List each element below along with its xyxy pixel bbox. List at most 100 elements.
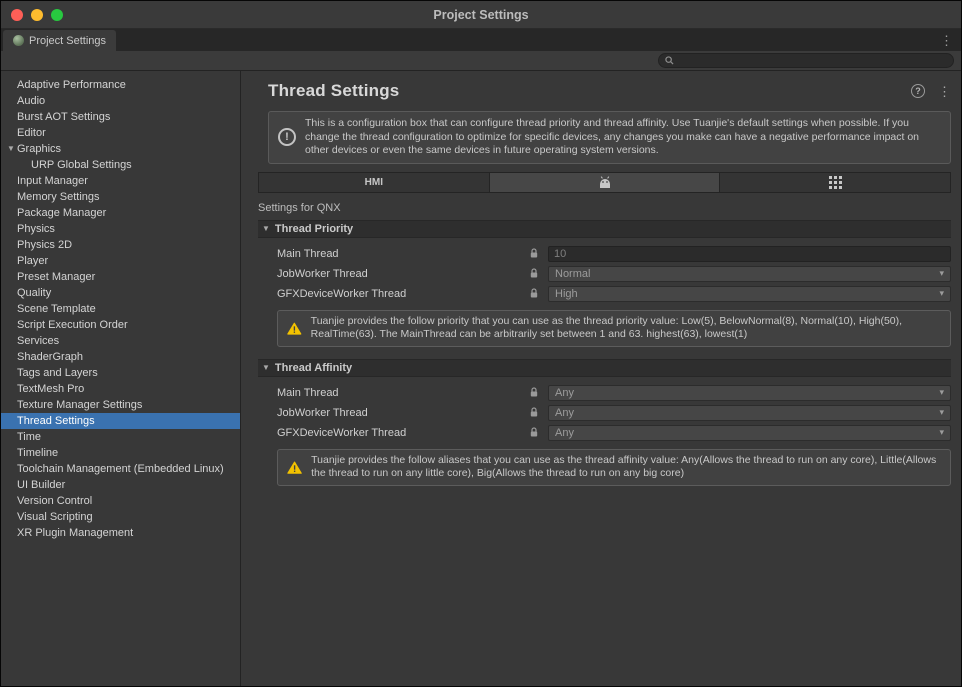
sidebar-item-version-control[interactable]: Version Control <box>1 493 240 509</box>
content: Adaptive Performance Audio Burst AOT Set… <box>1 71 961 686</box>
section-title: Thread Priority <box>275 223 353 235</box>
setting-row-gfxdeviceworker-priority: GFXDeviceWorker Thread High ▾ <box>258 286 951 302</box>
sidebar-item-toolchain-management[interactable]: Toolchain Management (Embedded Linux) <box>1 461 240 477</box>
jobworker-priority-dropdown[interactable]: Normal ▾ <box>548 266 951 282</box>
project-settings-window: Project Settings Project Settings ⋮ Adap… <box>0 0 962 687</box>
platform-tab-dot-grid[interactable] <box>720 173 950 192</box>
setting-row-gfxdeviceworker-affinity: GFXDeviceWorker Thread Any ▾ <box>258 425 951 441</box>
sidebar-item-label: Graphics <box>17 141 61 157</box>
chevron-down-icon: ▾ <box>939 288 944 299</box>
thread-affinity-rows: Main Thread Any ▾ JobWorker Thread <box>258 385 951 441</box>
lock-icon[interactable] <box>529 387 541 398</box>
tab-strip-kebab-menu-icon[interactable]: ⋮ <box>940 34 953 47</box>
foldout-open-icon[interactable]: ▼ <box>262 363 270 372</box>
sidebar-item-shadergraph[interactable]: ShaderGraph <box>1 349 240 365</box>
setting-row-main-thread-affinity: Main Thread Any ▾ <box>258 385 951 401</box>
sidebar-item-scene-template[interactable]: Scene Template <box>1 301 240 317</box>
minimize-button[interactable] <box>31 9 43 21</box>
chevron-down-icon: ▾ <box>939 387 944 398</box>
tab-strip: Project Settings ⋮ <box>1 29 961 51</box>
sidebar-item-adaptive-performance[interactable]: Adaptive Performance <box>1 77 240 93</box>
kebab-menu-icon[interactable]: ⋮ <box>938 85 951 98</box>
tab-label: Project Settings <box>29 35 106 47</box>
sidebar-item-time[interactable]: Time <box>1 429 240 445</box>
main-thread-affinity-dropdown[interactable]: Any ▾ <box>548 385 951 401</box>
gfxdeviceworker-affinity-dropdown[interactable]: Any ▾ <box>548 425 951 441</box>
settings-sidebar: Adaptive Performance Audio Burst AOT Set… <box>1 71 241 686</box>
search-box[interactable] <box>658 53 954 68</box>
foldout-open-icon[interactable]: ▼ <box>262 224 270 233</box>
sidebar-item-textmesh-pro[interactable]: TextMesh Pro <box>1 381 240 397</box>
chevron-down-icon: ▾ <box>939 427 944 438</box>
page-title: Thread Settings <box>268 81 399 101</box>
thread-priority-rows: Main Thread JobWorker Thread Normal ▾ <box>258 246 951 302</box>
tab-project-settings[interactable]: Project Settings <box>3 30 116 51</box>
lock-icon[interactable] <box>529 248 541 259</box>
lock-icon[interactable] <box>529 407 541 418</box>
sidebar-item-script-execution-order[interactable]: Script Execution Order <box>1 317 240 333</box>
priority-warning-box: Tuanjie provides the follow priority tha… <box>277 310 951 347</box>
search-input[interactable] <box>678 54 947 67</box>
chevron-down-icon: ▾ <box>939 407 944 418</box>
gfxdeviceworker-priority-dropdown[interactable]: High ▾ <box>548 286 951 302</box>
project-settings-icon <box>13 35 24 46</box>
setting-row-jobworker-affinity: JobWorker Thread Any ▾ <box>258 405 951 421</box>
sidebar-item-xr-plugin-management[interactable]: XR Plugin Management <box>1 525 240 541</box>
sidebar-item-burst-aot-settings[interactable]: Burst AOT Settings <box>1 109 240 125</box>
section-title: Thread Affinity <box>275 362 352 374</box>
sidebar-item-tags-and-layers[interactable]: Tags and Layers <box>1 365 240 381</box>
sidebar-item-memory-settings[interactable]: Memory Settings <box>1 189 240 205</box>
platform-tab-hmi[interactable]: HMI <box>259 173 490 192</box>
close-button[interactable] <box>11 9 23 21</box>
sidebar-item-services[interactable]: Services <box>1 333 240 349</box>
warning-icon <box>287 457 302 478</box>
settings-for-label: Settings for QNX <box>258 202 951 214</box>
sidebar-item-audio[interactable]: Audio <box>1 93 240 109</box>
foldout-open-icon[interactable]: ▼ <box>5 141 17 157</box>
platform-tab-hmi-label: HMI <box>365 177 383 188</box>
sidebar-item-quality[interactable]: Quality <box>1 285 240 301</box>
lock-icon[interactable] <box>529 268 541 279</box>
setting-row-main-thread-priority: Main Thread <box>258 246 951 262</box>
zoom-button[interactable] <box>51 9 63 21</box>
help-icon[interactable]: ? <box>911 84 925 98</box>
traffic-lights <box>11 1 63 28</box>
sidebar-item-player[interactable]: Player <box>1 253 240 269</box>
row-label: GFXDeviceWorker Thread <box>277 288 529 300</box>
section-header-thread-priority[interactable]: ▼ Thread Priority <box>258 220 951 238</box>
sidebar-item-texture-manager-settings[interactable]: Texture Manager Settings <box>1 397 240 413</box>
setting-row-jobworker-priority: JobWorker Thread Normal ▾ <box>258 266 951 282</box>
dropdown-value: Any <box>555 387 574 399</box>
sidebar-item-physics[interactable]: Physics <box>1 221 240 237</box>
dropdown-value: High <box>555 288 578 300</box>
dropdown-value: Any <box>555 427 574 439</box>
dot-grid-platform-icon <box>829 176 842 189</box>
sidebar-item-editor[interactable]: Editor <box>1 125 240 141</box>
sidebar-item-urp-global-settings[interactable]: URP Global Settings <box>1 157 240 173</box>
main-thread-priority-input[interactable] <box>548 246 951 262</box>
sidebar-item-visual-scripting[interactable]: Visual Scripting <box>1 509 240 525</box>
dropdown-value: Normal <box>555 268 590 280</box>
section-header-thread-affinity[interactable]: ▼ Thread Affinity <box>258 359 951 377</box>
sidebar-item-ui-builder[interactable]: UI Builder <box>1 477 240 493</box>
thread-settings-panel: Thread Settings ? ⋮ ! This is a configur… <box>241 71 961 686</box>
panel-header: Thread Settings ? ⋮ <box>258 81 951 101</box>
sidebar-item-preset-manager[interactable]: Preset Manager <box>1 269 240 285</box>
sidebar-item-physics-2d[interactable]: Physics 2D <box>1 237 240 253</box>
jobworker-affinity-dropdown[interactable]: Any ▾ <box>548 405 951 421</box>
row-label: JobWorker Thread <box>277 268 529 280</box>
lock-icon[interactable] <box>529 288 541 299</box>
sidebar-item-timeline[interactable]: Timeline <box>1 445 240 461</box>
platform-tab-qnx[interactable] <box>490 173 721 192</box>
chevron-down-icon: ▾ <box>939 268 944 279</box>
sidebar-item-graphics[interactable]: ▼ Graphics <box>1 141 240 157</box>
titlebar: Project Settings <box>1 1 961 29</box>
lock-icon[interactable] <box>529 427 541 438</box>
row-label: Main Thread <box>277 248 529 260</box>
affinity-warning-box: Tuanjie provides the follow aliases that… <box>277 449 951 486</box>
sidebar-item-thread-settings[interactable]: Thread Settings <box>1 413 240 429</box>
search-icon <box>665 56 674 65</box>
warning-text: Tuanjie provides the follow aliases that… <box>311 454 941 481</box>
sidebar-item-input-manager[interactable]: Input Manager <box>1 173 240 189</box>
sidebar-item-package-manager[interactable]: Package Manager <box>1 205 240 221</box>
